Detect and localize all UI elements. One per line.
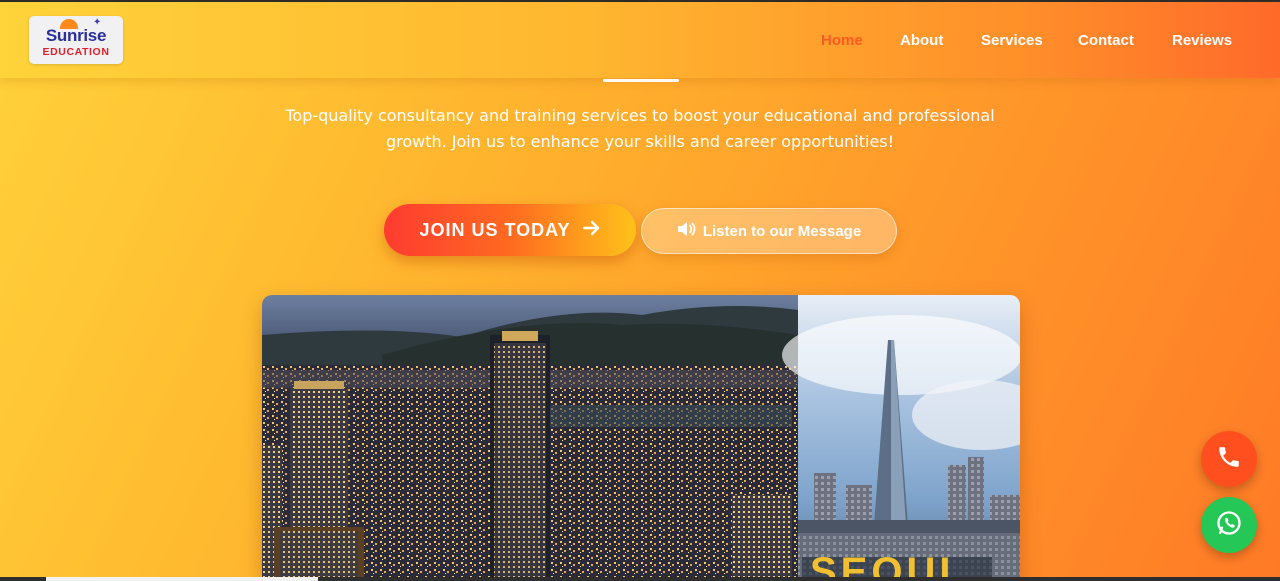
listen-message-label: Listen to our Message <box>702 222 862 240</box>
whatsapp-icon <box>1215 509 1243 541</box>
title-underline-divider <box>603 79 679 82</box>
nav-about[interactable]: About <box>900 32 943 49</box>
hero-tagline-line1: Top-quality consultancy and training ser… <box>285 106 995 125</box>
nav-home[interactable]: Home <box>821 32 863 49</box>
speaker-icon <box>677 221 697 241</box>
horizontal-scrollbar-thumb[interactable] <box>46 577 318 581</box>
logo-text-sunrise: Sunrise <box>45 26 107 45</box>
call-button[interactable] <box>1201 431 1257 487</box>
phone-icon <box>1216 444 1242 474</box>
nav-contact[interactable]: Contact <box>1078 32 1134 49</box>
join-us-button[interactable]: JOIN US TODAY <box>384 204 636 256</box>
hero-tagline: Top-quality consultancy and training ser… <box>240 103 1040 155</box>
listen-message-button[interactable]: Listen to our Message <box>641 208 897 254</box>
hero-tagline-line2: growth. Join us to enhance your skills a… <box>385 132 895 151</box>
logo-text-education: EDUCATION <box>42 46 110 58</box>
nav-services[interactable]: Services <box>981 32 1043 49</box>
nav-reviews[interactable]: Reviews <box>1172 32 1232 49</box>
navbar: ✦ Sunrise EDUCATION Home About Services … <box>0 2 1280 78</box>
logo[interactable]: ✦ Sunrise EDUCATION <box>29 16 123 64</box>
arrow-right-icon <box>582 220 601 241</box>
whatsapp-button[interactable] <box>1201 497 1257 553</box>
hero-city-image: SEOUL <box>262 295 1020 581</box>
join-us-label: JOIN US TODAY <box>419 219 571 240</box>
